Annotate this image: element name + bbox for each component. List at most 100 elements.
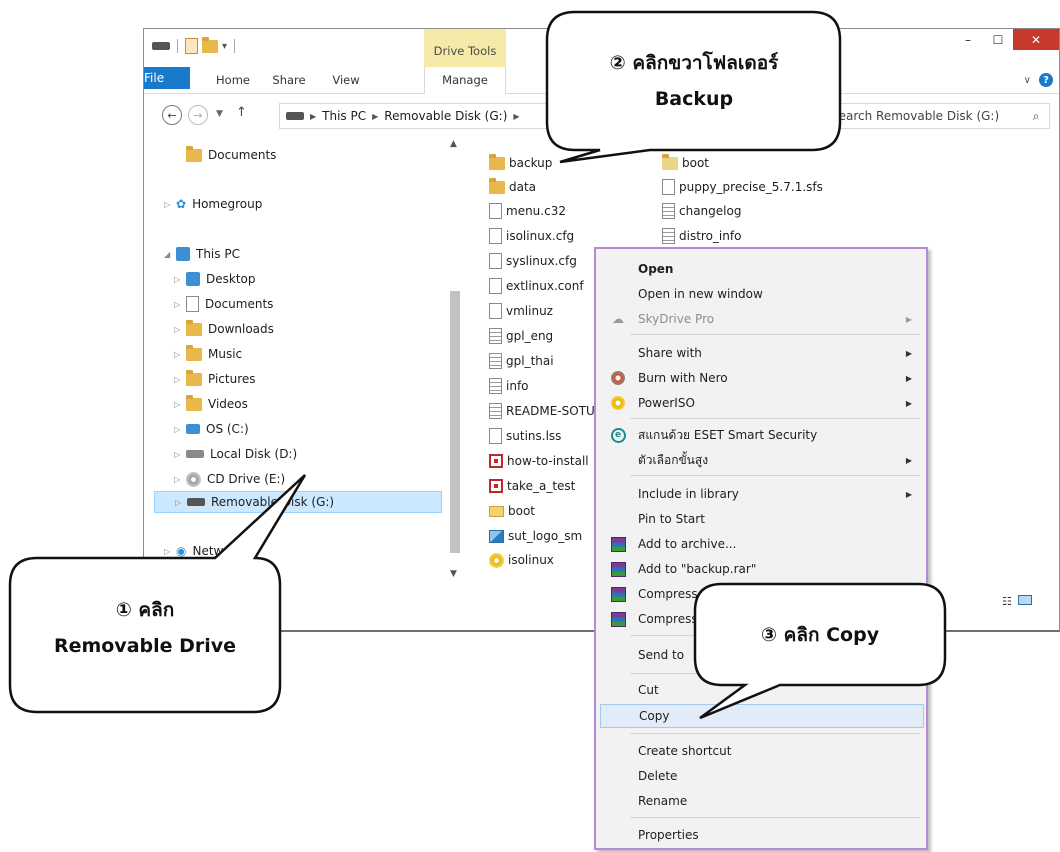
menu-item-add-to-archive[interactable]: Add to archive... xyxy=(600,532,924,556)
large-icons-view-icon[interactable] xyxy=(1017,595,1032,605)
nav-item-desktop[interactable]: ▷ Desktop xyxy=(174,268,256,290)
nav-item-network[interactable]: ▷ ◉ Network xyxy=(164,540,243,562)
new-folder-icon[interactable] xyxy=(202,36,218,53)
close-button[interactable]: ✕ xyxy=(1013,29,1059,50)
nav-scrollbar[interactable]: ▲ ▼ xyxy=(447,139,463,591)
file-item-vmlinuz[interactable]: vmlinuz xyxy=(489,300,553,322)
expand-arrow-icon[interactable]: ▷ xyxy=(174,475,186,484)
minimize-button[interactable]: – xyxy=(953,29,983,50)
file-item-take-a-test[interactable]: take_a_test xyxy=(489,475,575,497)
tab-share[interactable]: Share xyxy=(262,67,316,94)
recent-locations-icon[interactable]: ▼ xyxy=(216,109,223,119)
expand-arrow-icon[interactable]: ▷ xyxy=(164,547,176,556)
menu-item-rename[interactable]: Rename xyxy=(600,789,924,813)
menu-item-poweriso[interactable]: PowerISO ▶ xyxy=(600,391,924,415)
expand-arrow-icon[interactable]: ▷ xyxy=(174,350,186,359)
file-item-boot-mail[interactable]: boot xyxy=(489,500,535,522)
customize-qat-icon[interactable]: ▾ xyxy=(222,41,227,52)
file-item-puppy-sfs[interactable]: puppy_precise_5.7.1.sfs xyxy=(662,176,823,198)
menu-item-include-in-library[interactable]: Include in library ▶ xyxy=(600,482,924,506)
scroll-down-icon[interactable]: ▼ xyxy=(450,569,457,579)
tab-manage[interactable]: Manage xyxy=(424,67,506,94)
file-item-changelog[interactable]: changelog xyxy=(662,200,741,222)
menu-item-advanced-options[interactable]: ตัวเลือกขั้นสูง ▶ xyxy=(600,448,924,472)
nav-item-downloads[interactable]: ▷ Downloads xyxy=(174,318,274,340)
help-icon[interactable]: ? xyxy=(1039,73,1053,87)
scroll-up-icon[interactable]: ▲ xyxy=(450,139,457,149)
expand-arrow-icon[interactable]: ▷ xyxy=(174,375,186,384)
back-button[interactable]: ← xyxy=(162,105,182,125)
menu-item-compress-and-email[interactable]: Compress and email... xyxy=(600,582,924,606)
file-item-how-to-install[interactable]: how-to-install xyxy=(489,450,589,472)
expand-arrow-icon[interactable]: ▷ xyxy=(175,498,187,507)
properties-icon[interactable] xyxy=(185,38,198,54)
expand-arrow-icon[interactable]: ▷ xyxy=(174,400,186,409)
pictures-icon xyxy=(186,369,202,386)
menu-item-copy[interactable]: Copy xyxy=(600,704,924,728)
file-item-gpl-thai[interactable]: gpl_thai xyxy=(489,350,554,372)
file-item-sutins[interactable]: sutins.lss xyxy=(489,425,561,447)
file-item-isolinux[interactable]: isolinux xyxy=(489,549,554,571)
maximize-button[interactable]: ☐ xyxy=(983,29,1013,50)
nav-item-documents[interactable]: ▷ Documents xyxy=(174,293,273,315)
nav-item-videos[interactable]: ▷ Videos xyxy=(174,393,248,415)
menu-item-skydrive-pro[interactable]: ☁ SkyDrive Pro ▶ xyxy=(600,307,924,331)
expand-arrow-icon[interactable]: ▷ xyxy=(174,425,186,434)
search-box[interactable]: Search Removable Disk (G:) ⌕ xyxy=(824,103,1050,129)
menu-item-open[interactable]: Open xyxy=(600,257,924,281)
nav-item-music[interactable]: ▷ Music xyxy=(174,343,242,365)
nav-item-this-pc[interactable]: ◢ This PC xyxy=(164,243,240,265)
file-item-info[interactable]: info xyxy=(489,375,529,397)
quick-access-toolbar: ▾ xyxy=(152,36,238,54)
nav-item-local-disk-d[interactable]: ▷ Local Disk (D:) xyxy=(174,443,297,465)
collapse-arrow-icon[interactable]: ◢ xyxy=(164,250,176,259)
menu-item-open-new-window[interactable]: Open in new window xyxy=(600,282,924,306)
nav-item-os-c[interactable]: ▷ OS (C:) xyxy=(174,418,249,440)
menu-item-delete[interactable]: Delete xyxy=(600,764,924,788)
expand-arrow-icon[interactable]: ▷ xyxy=(164,200,176,209)
file-item-menu-c32[interactable]: menu.c32 xyxy=(489,200,566,222)
tab-file[interactable]: File xyxy=(144,67,190,89)
tab-view[interactable]: View xyxy=(322,67,370,94)
tab-home[interactable]: Home xyxy=(208,67,258,94)
menu-item-burn-with-nero[interactable]: Burn with Nero ▶ xyxy=(600,366,924,390)
file-item-extlinux-conf[interactable]: extlinux.conf xyxy=(489,275,584,297)
menu-item-create-shortcut[interactable]: Create shortcut xyxy=(600,739,924,763)
nav-item-pictures[interactable]: ▷ Pictures xyxy=(174,368,256,390)
window-controls: – ☐ ✕ xyxy=(953,29,1059,50)
nav-item-homegroup[interactable]: ▷ ✿ Homegroup xyxy=(164,193,262,215)
expand-arrow-icon[interactable]: ▷ xyxy=(174,275,186,284)
file-item-data[interactable]: data xyxy=(489,176,536,198)
file-item-boot[interactable]: boot xyxy=(662,152,709,174)
details-view-icon[interactable]: ☷ xyxy=(1002,595,1012,608)
menu-item-share-with[interactable]: Share with ▶ xyxy=(600,341,924,365)
up-button[interactable]: ↑ xyxy=(236,105,247,120)
menu-item-cut[interactable]: Cut xyxy=(600,678,924,702)
file-item-distro-info[interactable]: distro_info xyxy=(662,225,741,247)
file-item-gpl-eng[interactable]: gpl_eng xyxy=(489,325,553,347)
file-icon xyxy=(662,179,675,195)
scrollbar-thumb[interactable] xyxy=(450,291,460,553)
forward-button[interactable]: → xyxy=(188,105,208,125)
file-item-sut-logo[interactable]: sut_logo_sm xyxy=(489,525,582,547)
expand-ribbon-icon[interactable]: ∨ xyxy=(1024,75,1031,86)
file-item-readme[interactable]: README-SOTUS xyxy=(489,400,602,422)
file-item-backup[interactable]: backup xyxy=(489,152,552,174)
menu-item-eset-scan[interactable]: e สแกนด้วย ESET Smart Security xyxy=(600,423,924,447)
breadcrumb-this-pc[interactable]: This PC xyxy=(322,109,366,123)
menu-item-add-to-backup-rar[interactable]: Add to "backup.rar" xyxy=(600,557,924,581)
expand-arrow-icon[interactable]: ▷ xyxy=(174,300,186,309)
search-icon[interactable]: ⌕ xyxy=(1023,109,1049,124)
nav-item-removable-disk-g[interactable]: ▷ Removable Disk (G:) xyxy=(154,491,442,513)
file-item-isolinux-cfg[interactable]: isolinux.cfg xyxy=(489,225,574,247)
expand-arrow-icon[interactable]: ▷ xyxy=(174,325,186,334)
nav-item-documents-top[interactable]: Documents xyxy=(186,144,276,166)
nav-item-cd-drive-e[interactable]: ▷ CD Drive (E:) xyxy=(174,468,285,490)
menu-item-properties[interactable]: Properties xyxy=(600,823,924,847)
text-file-icon xyxy=(489,378,502,394)
text-file-icon xyxy=(662,203,675,219)
file-item-syslinux-cfg[interactable]: syslinux.cfg xyxy=(489,250,577,272)
breadcrumb-removable-disk[interactable]: Removable Disk (G:) xyxy=(384,109,507,123)
menu-item-pin-to-start[interactable]: Pin to Start xyxy=(600,507,924,531)
expand-arrow-icon[interactable]: ▷ xyxy=(174,450,186,459)
